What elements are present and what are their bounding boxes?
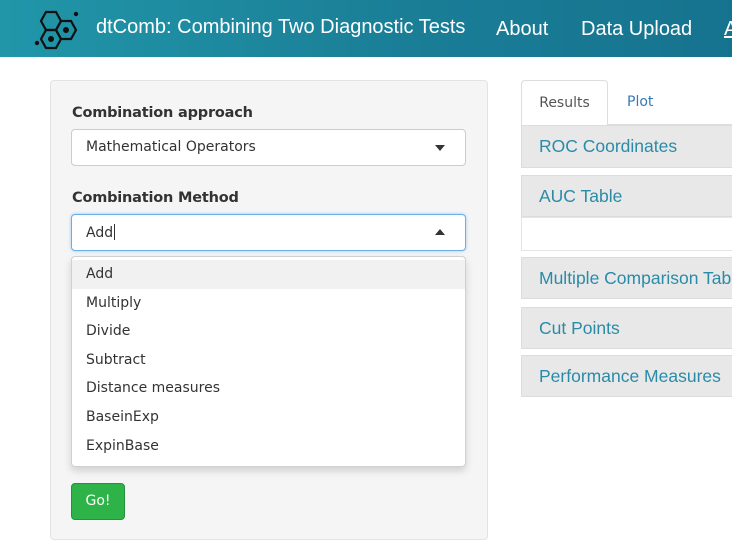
combination-method-label: Combination Method <box>72 190 239 206</box>
nav-data-upload[interactable]: Data Upload <box>581 18 692 41</box>
panel-title: Multiple Comparison Table <box>539 268 732 288</box>
combination-approach-select[interactable]: Mathematical Operators <box>71 129 466 166</box>
option-add[interactable]: Add <box>72 260 465 289</box>
combination-method-input: Add <box>86 224 116 241</box>
combination-approach-label: Combination approach <box>72 105 253 121</box>
panel-roc-coordinates[interactable]: ROC Coordinates <box>521 125 732 168</box>
panel-title: ROC Coordinates <box>539 136 678 156</box>
text-cursor <box>114 224 116 240</box>
option-expinbase[interactable]: ExpinBase <box>72 432 465 461</box>
panel-auc-table[interactable]: AUC Table <box>521 175 732 217</box>
combination-method-dropdown: Add Multiply Divide Subtract Distance me… <box>71 256 466 467</box>
option-divide[interactable]: Divide <box>72 317 465 346</box>
tab-plot[interactable]: Plot <box>627 80 653 125</box>
panel-cut-points[interactable]: Cut Points <box>521 307 732 349</box>
option-subtract[interactable]: Subtract <box>72 346 465 375</box>
app-title: dtComb: Combining Two Diagnostic Tests <box>96 16 466 38</box>
chevron-up-icon <box>435 229 445 235</box>
option-multiply[interactable]: Multiply <box>72 289 465 318</box>
combination-approach-value: Mathematical Operators <box>86 139 256 155</box>
panel-title: Cut Points <box>539 318 620 338</box>
hexagon-molecule-logo-icon <box>34 10 79 50</box>
results-tabs: Results Plot <box>521 80 732 126</box>
tab-results[interactable]: Results <box>521 80 608 126</box>
option-baseinexp[interactable]: BaseinExp <box>72 403 465 432</box>
panel-title: Performance Measures <box>539 366 721 386</box>
panel-performance-measures[interactable]: Performance Measures <box>521 355 732 397</box>
panel-multiple-comparison-table[interactable]: Multiple Comparison Table <box>521 257 732 299</box>
chevron-down-icon <box>435 145 445 151</box>
option-distance-measures[interactable]: Distance measures <box>72 374 465 403</box>
panel-body <box>521 217 732 251</box>
combination-method-select[interactable]: Add <box>71 214 466 251</box>
sidebar-panel: Combination approach Mathematical Operat… <box>50 80 488 540</box>
panel-title: AUC Table <box>539 186 623 206</box>
combination-method-value: Add <box>86 225 114 241</box>
navbar: dtComb: Combining Two Diagnostic Tests A… <box>0 0 732 57</box>
nav-analysis[interactable]: A <box>724 18 732 41</box>
go-button[interactable]: Go! <box>71 483 125 520</box>
nav-about[interactable]: About <box>496 18 548 41</box>
